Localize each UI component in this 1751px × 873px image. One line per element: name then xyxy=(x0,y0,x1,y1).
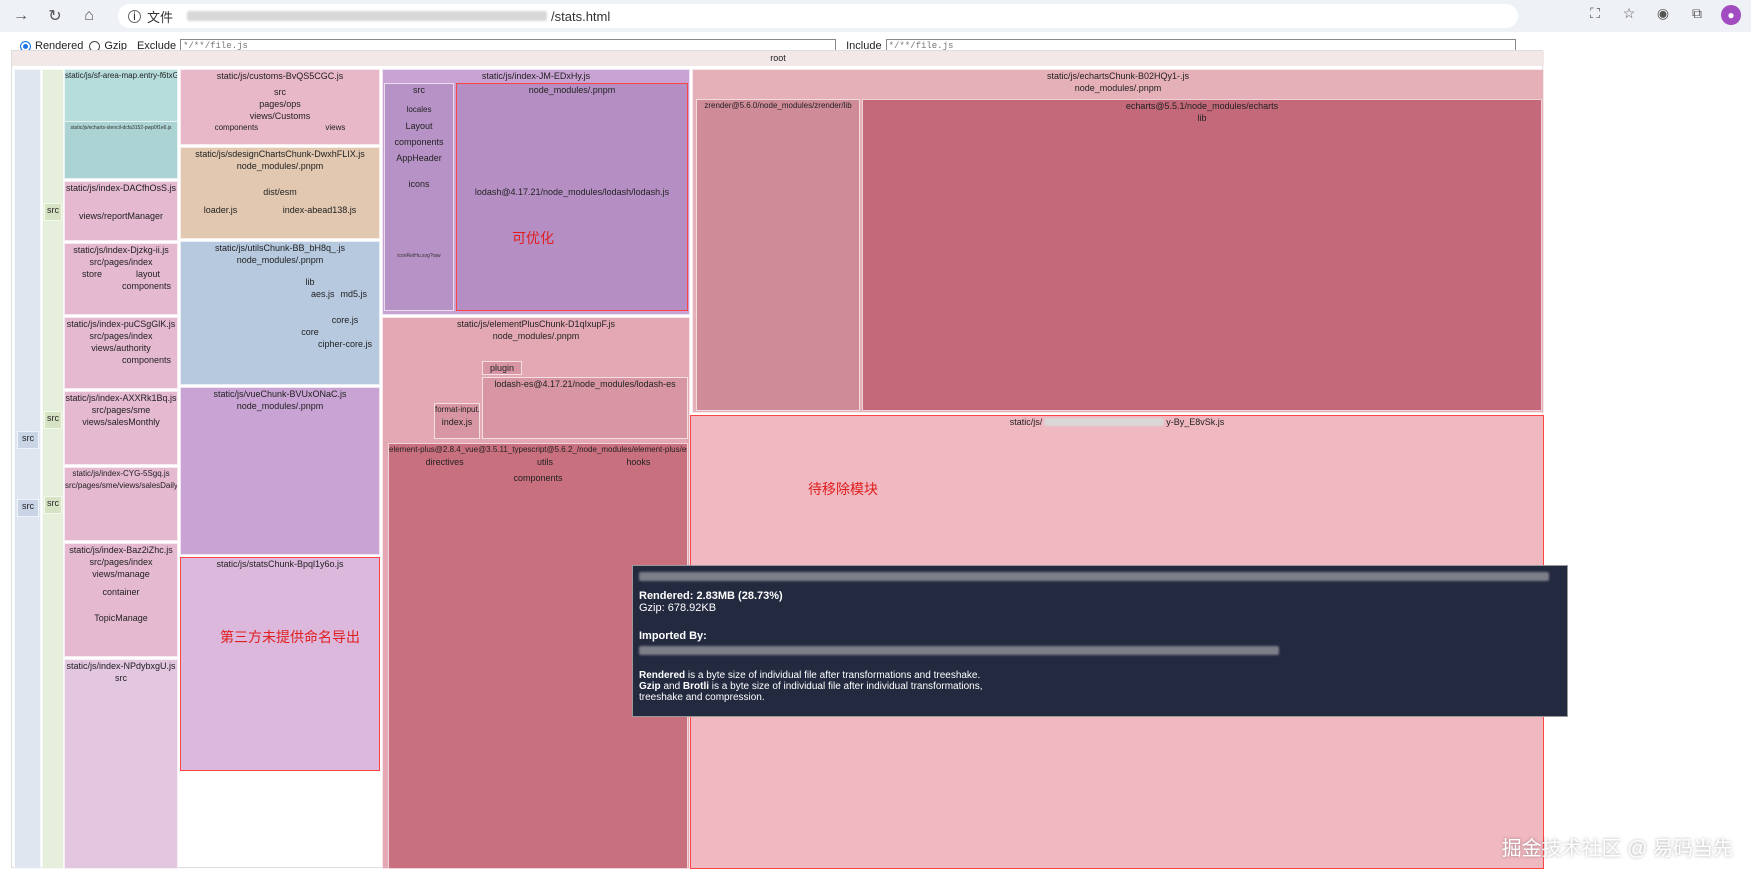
chunk-index-dacf[interactable]: static/js/index-DACfhOsS.js views/report… xyxy=(64,181,178,241)
star-icon[interactable]: ☆ xyxy=(1619,5,1639,25)
browser-toolbar: → ↻ ⌂ i 文件 /stats.html ⛶ ☆ ◉ ⧉ ● xyxy=(0,0,1751,32)
extension-icon[interactable]: ◉ xyxy=(1653,5,1673,25)
tooltip-path-redacted xyxy=(639,572,1549,581)
chunk-index-axxrk[interactable]: static/js/index-AXXRk1Bq.js src/pages/sm… xyxy=(64,391,178,465)
address-bar[interactable]: i 文件 /stats.html xyxy=(118,4,1518,28)
echarts-package[interactable]: echarts@5.5.1/node_modules/echarts lib xyxy=(862,99,1542,411)
left-column-2[interactable] xyxy=(42,69,64,869)
chunk-vue[interactable]: static/js/vueChunk-BVUxONaC.js node_modu… xyxy=(180,387,380,555)
annotation-third-party: 第三方未提供命名导出 xyxy=(220,629,360,645)
home-icon[interactable]: ⌂ xyxy=(76,3,102,29)
url-scheme: 文件 xyxy=(147,9,174,25)
chunk-echarts-stencil[interactable]: static/js/echarts-stencil-dcfa3152-pwp0f… xyxy=(64,121,178,179)
info-icon[interactable]: i xyxy=(128,9,141,23)
left-column-1[interactable] xyxy=(14,69,41,869)
root-label[interactable]: root xyxy=(12,51,1544,66)
size-tooltip: Rendered: 2.83MB (28.73%) Gzip: 678.92KB… xyxy=(632,565,1568,717)
annotation-to-remove: 待移除模块 xyxy=(808,481,878,497)
tooltip-gzip: Gzip: 678.92KB xyxy=(639,602,717,614)
left-src-4[interactable]: src xyxy=(44,411,62,429)
treemap: root src src src src src static/js/sf-ar… xyxy=(11,50,1544,869)
left-src-5[interactable]: src xyxy=(44,496,62,514)
echarts-zrender[interactable]: zrender@5.6.0/node_modules/zrender/lib xyxy=(696,99,860,411)
eplus-plugin[interactable]: plugin xyxy=(482,361,522,375)
chunk-customs[interactable]: static/js/customs-BvQS5CGC.js src pages/… xyxy=(180,69,380,145)
back-icon[interactable]: → xyxy=(8,3,34,29)
eplus-format-index[interactable]: format-input.js index.js xyxy=(434,403,480,439)
puzzle-icon[interactable]: ⧉ xyxy=(1687,5,1707,25)
translate-icon[interactable]: ⛶ xyxy=(1585,5,1605,25)
chunk-index-pucsg[interactable]: static/js/index-puCSgGlK.js src/pages/in… xyxy=(64,317,178,389)
chunk-index-cyg[interactable]: static/js/index-CYG-5Sgq.js src/pages/sm… xyxy=(64,467,178,541)
watermark: 掘金技术社区 @ 易码当先 xyxy=(1501,838,1733,860)
annotation-optimizable: 可优化 xyxy=(512,230,554,246)
chunk-index-djzkg[interactable]: static/js/index-Djzkg-ii.js src/pages/in… xyxy=(64,243,178,315)
chunk-index-baz2[interactable]: static/js/index-Baz2iZhc.js src/pages/in… xyxy=(64,543,178,657)
tooltip-importer-redacted xyxy=(639,646,1279,655)
chunk-utils[interactable]: static/js/utilsChunk-BB_bH8q_.js node_mo… xyxy=(180,241,380,385)
url-path: /stats.html xyxy=(551,8,611,24)
left-src-2[interactable]: src xyxy=(17,499,39,517)
reload-icon[interactable]: ↻ xyxy=(42,3,68,29)
index-jm-lodash[interactable]: node_modules/.pnpm lodash@4.17.21/node_m… xyxy=(456,83,688,311)
chunk-sdesign[interactable]: static/js/sdesignChartsChunk-DwxhFLIX.js… xyxy=(180,147,380,239)
chunk-stats[interactable]: static/js/statsChunk-Bpql1y6o.js xyxy=(180,557,380,771)
left-src-3[interactable]: src xyxy=(44,203,62,221)
eplus-lodash-es[interactable]: lodash-es@4.17.21/node_modules/lodash-es xyxy=(482,377,688,439)
left-src-1[interactable]: src xyxy=(17,431,39,449)
chunk-index-npdyb[interactable]: static/js/index-NPdybxgU.js src xyxy=(64,659,178,869)
url-redacted xyxy=(187,11,548,21)
avatar[interactable]: ● xyxy=(1721,5,1741,25)
index-jm-src[interactable]: src locales Layout components AppHeader … xyxy=(384,83,454,311)
